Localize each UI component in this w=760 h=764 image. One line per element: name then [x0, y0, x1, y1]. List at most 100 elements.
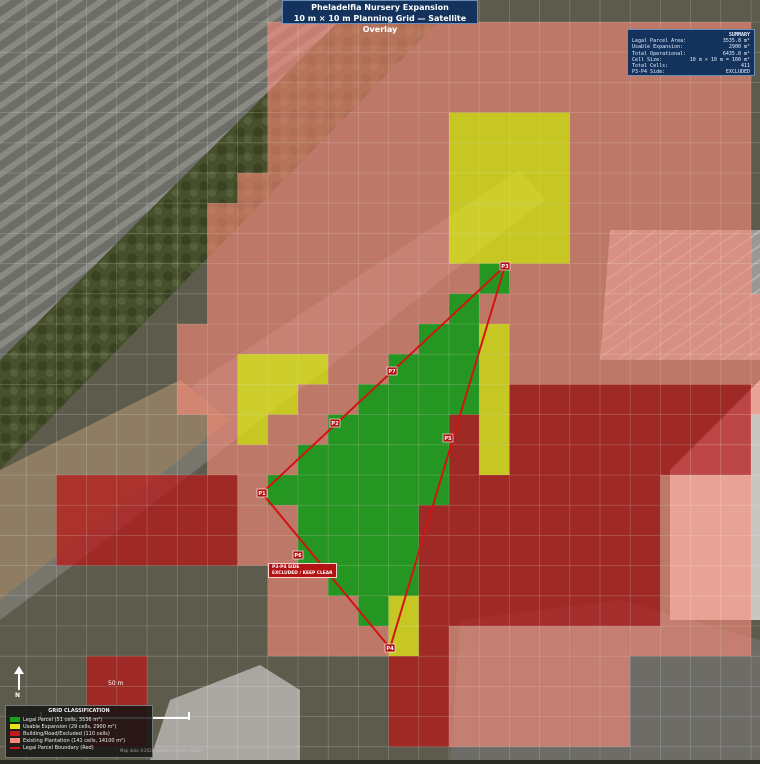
grid-cell-excluded[interactable] — [418, 656, 449, 687]
grid-cell-plantation[interactable] — [449, 626, 480, 657]
grid-cell-plantation[interactable] — [509, 354, 540, 385]
grid-cell-excluded[interactable] — [207, 475, 238, 506]
grid-cell-legal[interactable] — [418, 354, 449, 385]
grid-cell-legal[interactable] — [328, 505, 359, 536]
grid-cell-plantation[interactable] — [418, 263, 449, 294]
grid-cell-plantation[interactable] — [720, 112, 751, 143]
grid-cell-plantation[interactable] — [358, 203, 389, 234]
grid-cell-usable[interactable] — [479, 173, 510, 204]
grid-cell-plantation[interactable] — [449, 656, 480, 687]
grid-cell-usable[interactable] — [539, 173, 570, 204]
grid-cell-plantation[interactable] — [358, 324, 389, 355]
grid-cell-plantation[interactable] — [207, 293, 238, 324]
grid-cell-excluded[interactable] — [479, 505, 510, 536]
grid-cell-excluded[interactable] — [479, 565, 510, 596]
grid-cell-plantation[interactable] — [600, 203, 631, 234]
grid-cell-excluded[interactable] — [418, 686, 449, 717]
grid-cell-usable[interactable] — [509, 173, 540, 204]
grid-cell-plantation[interactable] — [237, 263, 268, 294]
grid-cell-excluded[interactable] — [720, 444, 751, 475]
grid-cell-plantation[interactable] — [569, 686, 600, 717]
grid-cell-plantation[interactable] — [298, 324, 329, 355]
grid-cell-plantation[interactable] — [207, 354, 238, 385]
grid-cell-plantation[interactable] — [418, 293, 449, 324]
grid-cell-plantation[interactable] — [720, 324, 751, 355]
grid-cell-plantation[interactable] — [388, 82, 419, 113]
grid-cell-plantation[interactable] — [237, 173, 268, 204]
grid-cell-plantation[interactable] — [539, 263, 570, 294]
grid-cell-plantation[interactable] — [720, 263, 751, 294]
grid-cell-plantation[interactable] — [690, 505, 721, 536]
grid-cell-plantation[interactable] — [751, 384, 760, 415]
grid-cell-excluded[interactable] — [569, 414, 600, 445]
grid-cell-excluded[interactable] — [449, 505, 480, 536]
grid-cell-plantation[interactable] — [267, 233, 298, 264]
grid-cell-excluded[interactable] — [569, 535, 600, 566]
grid-cell-plantation[interactable] — [479, 716, 510, 747]
vertex-marker-p5[interactable]: P5 — [442, 433, 454, 443]
grid-cell-plantation[interactable] — [600, 656, 631, 687]
grid-cell-excluded[interactable] — [720, 414, 751, 445]
grid-cell-plantation[interactable] — [298, 142, 329, 173]
grid-cell-plantation[interactable] — [207, 324, 238, 355]
grid-cell-plantation[interactable] — [539, 656, 570, 687]
grid-cell-plantation[interactable] — [509, 716, 540, 747]
grid-cell-plantation[interactable] — [267, 112, 298, 143]
grid-cell-excluded[interactable] — [449, 595, 480, 626]
grid-cell-usable[interactable] — [509, 142, 540, 173]
grid-cell-plantation[interactable] — [720, 505, 751, 536]
grid-cell-plantation[interactable] — [720, 203, 751, 234]
grid-cell-plantation[interactable] — [509, 324, 540, 355]
grid-cell-plantation[interactable] — [600, 52, 631, 83]
grid-cell-excluded[interactable] — [720, 384, 751, 415]
grid-cell-plantation[interactable] — [298, 82, 329, 113]
grid-cell-plantation[interactable] — [600, 324, 631, 355]
grid-cell-excluded[interactable] — [509, 475, 540, 506]
grid-cell-usable[interactable] — [479, 112, 510, 143]
grid-cell-excluded[interactable] — [177, 535, 208, 566]
grid-cell-legal[interactable] — [449, 324, 480, 355]
grid-cell-plantation[interactable] — [207, 414, 238, 445]
grid-cell-plantation[interactable] — [690, 324, 721, 355]
vertex-marker-p7[interactable]: P7 — [386, 366, 398, 376]
grid-cell-legal[interactable] — [418, 384, 449, 415]
grid-cell-plantation[interactable] — [600, 354, 631, 385]
grid-cell-excluded[interactable] — [539, 595, 570, 626]
grid-cell-plantation[interactable] — [509, 263, 540, 294]
grid-cell-plantation[interactable] — [298, 173, 329, 204]
grid-cell-plantation[interactable] — [630, 324, 661, 355]
grid-cell-plantation[interactable] — [328, 595, 359, 626]
grid-cell-excluded[interactable] — [418, 505, 449, 536]
grid-cell-plantation[interactable] — [690, 82, 721, 113]
grid-cell-plantation[interactable] — [298, 595, 329, 626]
grid-cell-excluded[interactable] — [690, 384, 721, 415]
grid-cell-usable[interactable] — [509, 112, 540, 143]
grid-cell-legal[interactable] — [358, 414, 389, 445]
grid-cell-excluded[interactable] — [418, 565, 449, 596]
grid-cell-excluded[interactable] — [539, 535, 570, 566]
grid-cell-excluded[interactable] — [56, 475, 87, 506]
grid-cell-plantation[interactable] — [479, 656, 510, 687]
grid-cell-excluded[interactable] — [690, 444, 721, 475]
grid-cell-excluded[interactable] — [479, 535, 510, 566]
grid-cell-plantation[interactable] — [207, 384, 238, 415]
grid-cell-plantation[interactable] — [630, 354, 661, 385]
grid-cell-excluded[interactable] — [539, 505, 570, 536]
grid-cell-plantation[interactable] — [630, 112, 661, 143]
grid-cell-plantation[interactable] — [298, 626, 329, 657]
grid-cell-plantation[interactable] — [539, 52, 570, 83]
grid-cell-plantation[interactable] — [569, 293, 600, 324]
grid-cell-plantation[interactable] — [298, 203, 329, 234]
grid-cell-plantation[interactable] — [569, 112, 600, 143]
grid-cell-excluded[interactable] — [509, 444, 540, 475]
grid-cell-excluded[interactable] — [509, 595, 540, 626]
grid-cell-plantation[interactable] — [720, 535, 751, 566]
grid-cell-legal[interactable] — [388, 535, 419, 566]
vertex-marker-p2[interactable]: P2 — [329, 418, 341, 428]
grid-cell-plantation[interactable] — [418, 112, 449, 143]
grid-cell-plantation[interactable] — [267, 535, 298, 566]
grid-cell-excluded[interactable] — [509, 565, 540, 596]
grid-cell-plantation[interactable] — [690, 173, 721, 204]
grid-cell-plantation[interactable] — [267, 626, 298, 657]
grid-cell-excluded[interactable] — [600, 414, 631, 445]
